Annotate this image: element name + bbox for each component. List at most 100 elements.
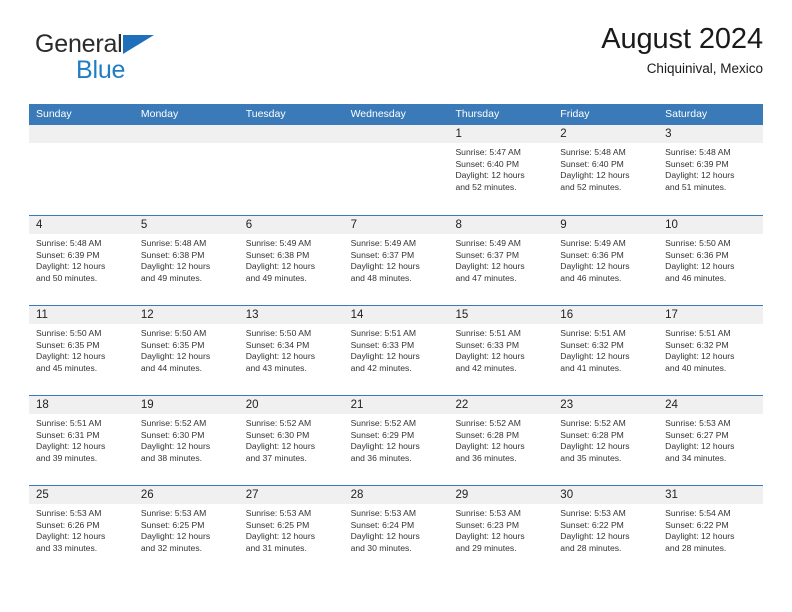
calendar-day-cell[interactable]: 4 Sunrise: 5:48 AM Sunset: 6:39 PM Daylight… (29, 216, 134, 305)
daylight-text-line2: and 49 minutes. (245, 272, 307, 283)
calendar-day-cell[interactable]: 29 Sunrise: 5:53 AM Sunset: 6:23 PM Dayligh… (448, 486, 554, 575)
daylight-text-line2: and 46 minutes. (560, 272, 622, 283)
day-details: Sunrise: 5:48 AM Sunset: 6:39 PM Daylight:… (29, 234, 134, 284)
day-number (133, 125, 239, 143)
sunrise-text: Sunrise: 5:52 AM (560, 418, 626, 428)
calendar-day-cell[interactable]: 24 Sunrise: 5:53 AM Sunset: 6:27 PM Dayligh… (658, 396, 764, 485)
calendar-day-cell[interactable]: 5 Sunrise: 5:48 AM Sunset: 6:38 PM Daylight… (133, 216, 239, 305)
sunrise-text: Sunrise: 5:52 AM (350, 418, 417, 428)
calendar-day-cell[interactable]: 20 Sunrise: 5:52 AM Sunset: 6:30 PM Dayligh… (238, 396, 344, 485)
weekday-header-sunday: Sunday (36, 108, 72, 120)
sunrise-text: Sunrise: 5:50 AM (665, 238, 731, 248)
calendar-day-cell[interactable]: 6 Sunrise: 5:49 AM Sunset: 6:38 PM Daylight… (238, 216, 344, 305)
sunset-text: Sunset: 6:40 PM (455, 158, 519, 169)
daylight-text-line2: and 29 minutes. (455, 542, 517, 553)
daylight-text-line1: Daylight: 12 hours (455, 441, 525, 452)
calendar-day-cell[interactable]: 11 Sunrise: 5:50 AM Sunset: 6:35 PM Dayligh… (29, 306, 134, 395)
day-details: Sunrise: 5:53 AM Sunset: 6:23 PM Daylight:… (448, 504, 553, 554)
sunrise-text: Sunrise: 5:48 AM (140, 238, 207, 248)
day-number: 11 (29, 306, 134, 324)
calendar-day-cell[interactable]: 30 Sunrise: 5:53 AM Sunset: 6:22 PM Dayligh… (553, 486, 659, 575)
day-number: 13 (238, 306, 344, 324)
calendar-week-row: 4 Sunrise: 5:48 AM Sunset: 6:39 PM Daylight… (29, 215, 764, 305)
day-details: Sunrise: 5:53 AM Sunset: 6:26 PM Daylight:… (29, 504, 134, 554)
calendar-day-cell[interactable]: 10 Sunrise: 5:50 AM Sunset: 6:36 PM Dayligh… (658, 216, 764, 305)
sunset-text: Sunset: 6:38 PM (245, 249, 310, 260)
sunset-text: Sunset: 6:38 PM (140, 249, 205, 260)
calendar-day-cell[interactable]: 15 Sunrise: 5:51 AM Sunset: 6:33 PM Dayligh… (448, 306, 554, 395)
calendar-day-cell[interactable]: 26 Sunrise: 5:53 AM Sunset: 6:25 PM Dayligh… (133, 486, 239, 575)
daylight-text-line1: Daylight: 12 hours (665, 170, 735, 181)
daylight-text-line2: and 42 minutes. (350, 362, 412, 373)
calendar-day-cell[interactable]: 19 Sunrise: 5:52 AM Sunset: 6:30 PM Dayligh… (133, 396, 239, 485)
sunrise-text: Sunrise: 5:52 AM (245, 418, 312, 428)
sunset-text: Sunset: 6:39 PM (36, 249, 100, 260)
daylight-text-line1: Daylight: 12 hours (36, 441, 106, 452)
calendar-body: 1 Sunrise: 5:47 AM Sunset: 6:40 PM Daylight… (29, 125, 764, 575)
calendar-day-cell[interactable]: 1 Sunrise: 5:47 AM Sunset: 6:40 PM Daylight… (448, 125, 554, 215)
daylight-text-line2: and 28 minutes. (560, 542, 622, 553)
calendar-day-cell[interactable]: 13 Sunrise: 5:50 AM Sunset: 6:34 PM Dayligh… (238, 306, 344, 395)
calendar-day-cell[interactable]: 12 Sunrise: 5:50 AM Sunset: 6:35 PM Dayligh… (133, 306, 239, 395)
calendar-day-cell[interactable]: 22 Sunrise: 5:52 AM Sunset: 6:28 PM Dayligh… (448, 396, 554, 485)
day-details: Sunrise: 5:52 AM Sunset: 6:30 PM Daylight:… (239, 414, 344, 464)
sunset-text: Sunset: 6:37 PM (350, 249, 415, 260)
day-number: 21 (343, 396, 449, 414)
calendar-day-cell[interactable]: 2 Sunrise: 5:48 AM Sunset: 6:40 PM Daylight… (553, 125, 659, 215)
day-details: Sunrise: 5:49 AM Sunset: 6:37 PM Daylight:… (448, 234, 553, 284)
day-number: 15 (448, 306, 554, 324)
calendar-day-cell[interactable]: 9 Sunrise: 5:49 AM Sunset: 6:36 PM Daylight… (553, 216, 659, 305)
weekday-header-wednesday: Wednesday (350, 108, 406, 120)
calendar-week-row: 18 Sunrise: 5:51 AM Sunset: 6:31 PM Dayligh… (29, 395, 764, 485)
daylight-text-line2: and 40 minutes. (665, 362, 727, 373)
calendar-day-cell[interactable]: 31 Sunrise: 5:54 AM Sunset: 6:22 PM Dayligh… (658, 486, 764, 575)
day-number: 2 (553, 125, 659, 143)
calendar-day-cell[interactable]: 7 Sunrise: 5:49 AM Sunset: 6:37 PM Daylight… (343, 216, 449, 305)
calendar-day-cell[interactable]: 8 Sunrise: 5:49 AM Sunset: 6:37 PM Daylight… (448, 216, 554, 305)
daylight-text-line1: Daylight: 12 hours (36, 531, 106, 542)
weekday-header-thursday: Thursday (455, 108, 500, 120)
sunset-text: Sunset: 6:25 PM (140, 519, 205, 530)
sunset-text: Sunset: 6:28 PM (455, 429, 519, 440)
generalblue-logo[interactable]: General Blue (35, 32, 235, 83)
day-details: Sunrise: 5:47 AM Sunset: 6:40 PM Daylight:… (448, 143, 553, 193)
daylight-text-line1: Daylight: 12 hours (665, 531, 735, 542)
logo-general-label: General (35, 30, 123, 58)
sunrise-text: Sunrise: 5:51 AM (665, 328, 731, 338)
day-number (343, 125, 449, 143)
sunset-text: Sunset: 6:30 PM (140, 429, 205, 440)
calendar-day-cell[interactable]: 23 Sunrise: 5:52 AM Sunset: 6:28 PM Dayligh… (553, 396, 659, 485)
logo-text-general: General (35, 30, 154, 58)
day-details: Sunrise: 5:50 AM Sunset: 6:34 PM Daylight:… (239, 324, 344, 374)
sunrise-text: Sunrise: 5:53 AM (350, 508, 417, 518)
daylight-text-line1: Daylight: 12 hours (560, 531, 630, 542)
sunset-text: Sunset: 6:22 PM (560, 519, 624, 530)
sunrise-text: Sunrise: 5:49 AM (245, 238, 312, 248)
calendar-day-cell[interactable]: 16 Sunrise: 5:51 AM Sunset: 6:32 PM Dayligh… (553, 306, 659, 395)
day-number: 17 (658, 306, 764, 324)
day-details: Sunrise: 5:51 AM Sunset: 6:32 PM Daylight:… (553, 324, 658, 374)
calendar-day-cell[interactable]: 25 Sunrise: 5:53 AM Sunset: 6:26 PM Dayligh… (29, 486, 134, 575)
daylight-text-line2: and 30 minutes. (350, 542, 412, 553)
daylight-text-line1: Daylight: 12 hours (350, 351, 420, 362)
day-details: Sunrise: 5:53 AM Sunset: 6:25 PM Daylight:… (134, 504, 239, 554)
calendar-day-cell[interactable]: 17 Sunrise: 5:51 AM Sunset: 6:32 PM Dayligh… (658, 306, 764, 395)
calendar-day-cell[interactable]: 28 Sunrise: 5:53 AM Sunset: 6:24 PM Dayligh… (343, 486, 449, 575)
sunset-text: Sunset: 6:30 PM (245, 429, 310, 440)
day-number: 23 (553, 396, 659, 414)
day-number: 19 (133, 396, 239, 414)
day-details: Sunrise: 5:50 AM Sunset: 6:36 PM Daylight:… (658, 234, 763, 284)
calendar-day-cell[interactable]: 21 Sunrise: 5:52 AM Sunset: 6:29 PM Dayligh… (343, 396, 449, 485)
daylight-text-line2: and 43 minutes. (245, 362, 307, 373)
sunrise-text: Sunrise: 5:49 AM (560, 238, 626, 248)
calendar-day-cell[interactable]: 3 Sunrise: 5:48 AM Sunset: 6:39 PM Daylight… (658, 125, 764, 215)
calendar-day-cell[interactable]: 18 Sunrise: 5:51 AM Sunset: 6:31 PM Dayligh… (29, 396, 134, 485)
day-number: 27 (238, 486, 344, 504)
daylight-text-line2: and 36 minutes. (350, 452, 412, 463)
calendar-day-cell[interactable]: 14 Sunrise: 5:51 AM Sunset: 6:33 PM Dayligh… (343, 306, 449, 395)
calendar-week-row: 11 Sunrise: 5:50 AM Sunset: 6:35 PM Dayligh… (29, 305, 764, 395)
daylight-text-line1: Daylight: 12 hours (560, 441, 630, 452)
day-number: 26 (133, 486, 239, 504)
sunrise-text: Sunrise: 5:50 AM (245, 328, 312, 338)
calendar-day-cell[interactable]: 27 Sunrise: 5:53 AM Sunset: 6:25 PM Dayligh… (238, 486, 344, 575)
